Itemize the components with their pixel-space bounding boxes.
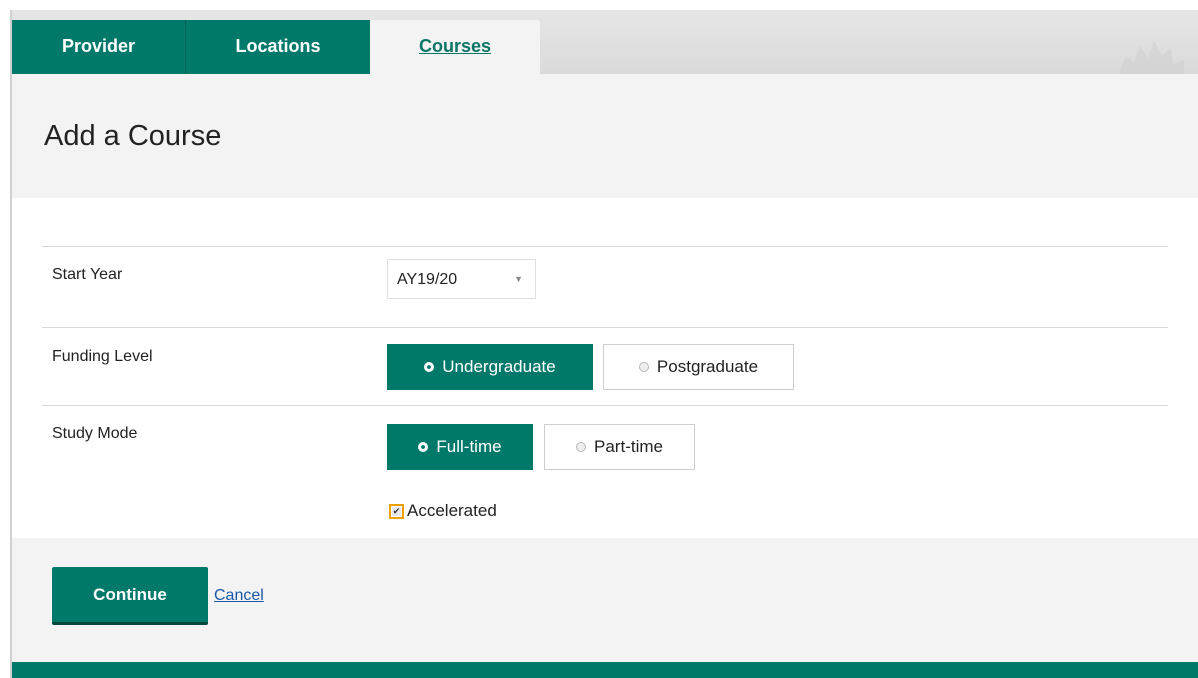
tab-locations[interactable]: Locations — [186, 20, 370, 74]
study-mode-label: Study Mode — [52, 425, 138, 442]
divider — [42, 405, 1168, 406]
accelerated-checkbox-row[interactable]: ✔ Accelerated — [389, 501, 497, 521]
tab-locations-label: Locations — [235, 36, 321, 56]
tab-bar: Provider Locations Courses — [12, 10, 1198, 76]
divider — [42, 246, 1168, 247]
funding-undergraduate-option[interactable]: Undergraduate — [387, 344, 593, 390]
form-actions: Continue Cancel — [12, 538, 1198, 662]
funding-level-label: Funding Level — [52, 348, 153, 365]
course-form: Start Year AY19/20 ▼ Funding Level Under… — [12, 198, 1198, 538]
study-parttime-label: Part-time — [594, 437, 663, 456]
radio-selected-icon — [424, 362, 435, 372]
continue-button[interactable]: Continue — [52, 567, 208, 625]
tab-courses-label: Courses — [418, 36, 492, 56]
page-header: Add a Course — [12, 74, 1198, 198]
footer-bar — [12, 662, 1198, 678]
tab-courses[interactable]: Courses — [370, 20, 540, 76]
funding-postgraduate-label: Postgraduate — [656, 357, 759, 376]
radio-unselected-icon — [638, 362, 649, 372]
study-fulltime-label: Full-time — [436, 437, 502, 456]
app-frame: Provider Locations Courses Add a Course … — [10, 10, 1198, 678]
radio-unselected-icon — [576, 442, 587, 452]
study-fulltime-option[interactable]: Full-time — [387, 424, 533, 470]
start-year-value: AY19/20 — [397, 271, 458, 288]
divider — [42, 327, 1168, 328]
accelerated-checkbox[interactable]: ✔ — [389, 503, 404, 519]
cancel-link[interactable]: Cancel — [214, 587, 264, 605]
chevron-down-icon: ▼ — [514, 274, 523, 284]
funding-postgraduate-option[interactable]: Postgraduate — [603, 344, 794, 390]
tab-provider-label: Provider — [61, 36, 136, 56]
maple-leaf-icon — [1119, 40, 1184, 74]
start-year-select[interactable]: AY19/20 ▼ — [387, 259, 536, 299]
page-title: Add a Course — [44, 120, 222, 152]
checkmark-icon: ✔ — [392, 505, 401, 516]
radio-selected-icon — [418, 442, 429, 452]
funding-undergraduate-label: Undergraduate — [442, 357, 556, 376]
start-year-label: Start Year — [52, 266, 123, 283]
tab-provider[interactable]: Provider — [12, 20, 186, 74]
accelerated-label: Accelerated — [407, 501, 497, 520]
study-parttime-option[interactable]: Part-time — [544, 424, 695, 470]
